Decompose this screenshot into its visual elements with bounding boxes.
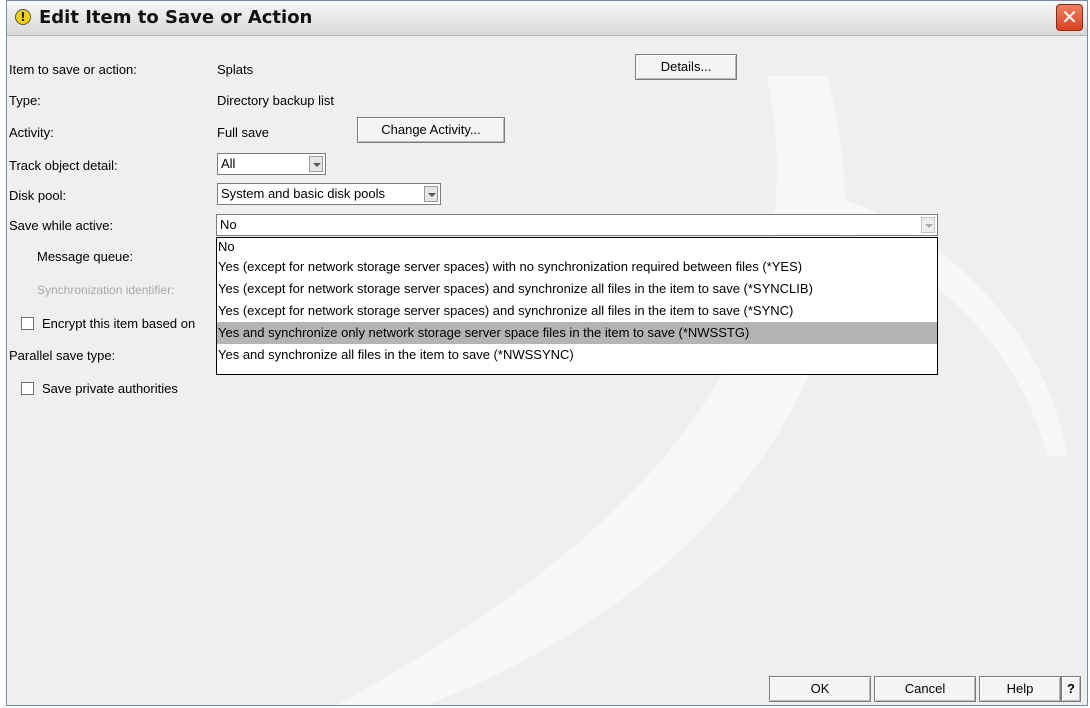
change-activity-button[interactable]: Change Activity... — [357, 117, 505, 143]
dropdown-option[interactable]: Yes (except for network storage server s… — [217, 256, 937, 278]
window-title: Edit Item to Save or Action — [39, 7, 313, 28]
dropdown-option-highlighted[interactable]: Yes and synchronize only network storage… — [217, 322, 937, 344]
disk-pool-select[interactable]: System and basic disk pools — [217, 183, 441, 205]
details-button[interactable]: Details... — [635, 54, 737, 80]
item-label: Item to save or action: — [9, 62, 137, 77]
save-while-active-label: Save while active: — [9, 218, 114, 233]
save-private-authorities-checkbox[interactable] — [21, 382, 34, 395]
dropdown-option[interactable]: No — [217, 238, 937, 256]
type-value: Directory backup list — [217, 93, 335, 108]
disk-pool-value: System and basic disk pools — [221, 186, 386, 201]
dropdown-option[interactable]: Yes (except for network storage server s… — [217, 300, 937, 322]
encrypt-checkbox[interactable] — [21, 317, 34, 330]
parallel-save-type-label: Parallel save type: — [9, 348, 116, 363]
chevron-down-icon[interactable] — [424, 186, 438, 202]
dialog-window: ! Edit Item to Save or Action ✕ Item to … — [6, 0, 1088, 706]
disk-pool-label: Disk pool: — [9, 188, 67, 203]
close-button[interactable]: ✕ — [1056, 4, 1083, 31]
chevron-down-icon[interactable] — [921, 217, 935, 233]
item-value: Splats — [217, 62, 254, 77]
context-help-button[interactable]: ? — [1061, 676, 1081, 702]
activity-value: Full save — [217, 125, 270, 140]
track-object-detail-label: Track object detail: — [9, 158, 118, 173]
dropdown-option[interactable]: Yes and synchronize all files in the ite… — [217, 344, 937, 366]
cancel-button[interactable]: Cancel — [874, 676, 976, 702]
save-while-active-value: No — [220, 217, 237, 232]
activity-label: Activity: — [9, 125, 54, 140]
save-while-active-select[interactable]: No — [216, 214, 938, 236]
synchronization-identifier-label: Synchronization identifier: — [37, 283, 175, 297]
save-while-active-dropdown-list: No Yes (except for network storage serve… — [216, 237, 938, 375]
close-icon: ✕ — [1061, 5, 1078, 29]
title-bar[interactable]: ! Edit Item to Save or Action ✕ — [7, 1, 1087, 36]
encrypt-label: Encrypt this item based on — [42, 316, 196, 331]
message-queue-label: Message queue: — [37, 249, 134, 264]
help-button[interactable]: Help — [979, 676, 1061, 702]
ok-button[interactable]: OK — [769, 676, 871, 702]
chevron-down-icon[interactable] — [309, 156, 323, 172]
dropdown-option[interactable]: Yes (except for network storage server s… — [217, 278, 937, 300]
type-label: Type: — [9, 93, 41, 108]
save-private-authorities-label: Save private authorities — [42, 381, 178, 396]
track-object-detail-select[interactable]: All — [217, 153, 326, 175]
app-icon: ! — [15, 9, 31, 25]
track-object-detail-value: All — [221, 156, 236, 171]
dialog-content: Item to save or action: Splats Details..… — [7, 36, 1087, 705]
